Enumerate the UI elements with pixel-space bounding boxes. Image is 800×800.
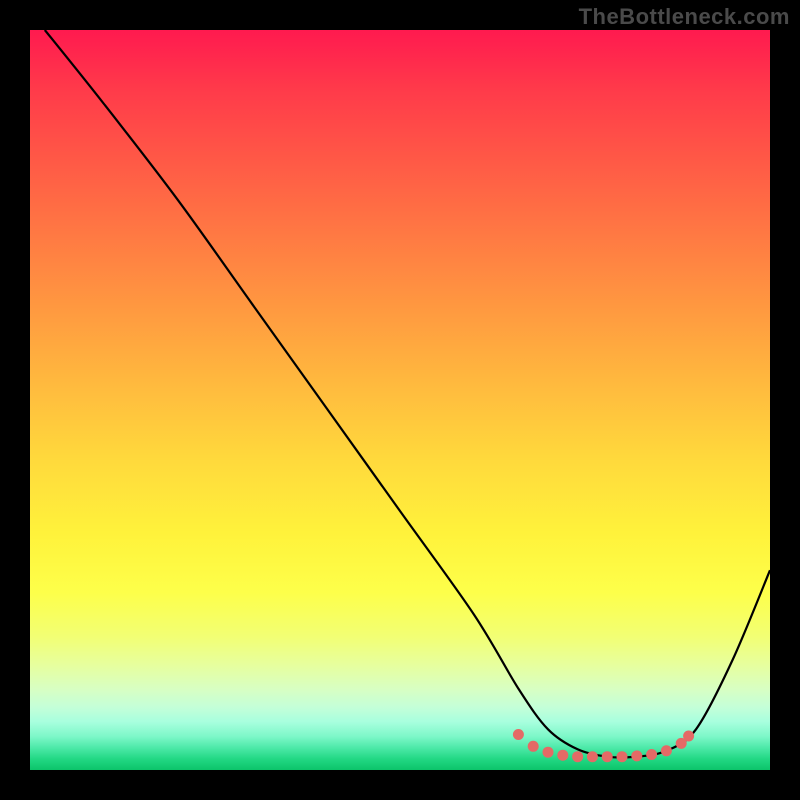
marker-dot <box>587 751 598 762</box>
chart-frame: TheBottleneck.com <box>0 0 800 800</box>
marker-dot <box>617 751 628 762</box>
marker-dot <box>646 749 657 760</box>
marker-dot <box>631 750 642 761</box>
marker-dot <box>543 747 554 758</box>
marker-dot <box>683 731 694 742</box>
bottleneck-curve <box>30 30 770 770</box>
marker-dot <box>602 751 613 762</box>
watermark-text: TheBottleneck.com <box>579 4 790 30</box>
marker-dot <box>557 750 568 761</box>
marker-dot <box>661 745 672 756</box>
marker-dot <box>513 729 524 740</box>
plot-area <box>30 30 770 770</box>
marker-dot <box>528 741 539 752</box>
minimum-markers <box>513 729 694 762</box>
curve-path <box>45 30 770 757</box>
marker-dot <box>572 751 583 762</box>
